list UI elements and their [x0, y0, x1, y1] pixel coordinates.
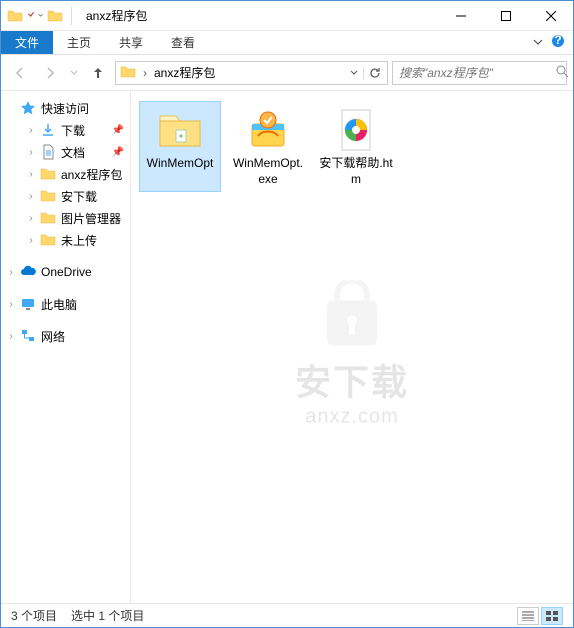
folder-icon	[39, 209, 57, 227]
pin-icon: 📌	[112, 125, 124, 136]
sidebar-item-label: 网络	[41, 328, 65, 345]
folder-icon	[39, 165, 57, 183]
breadcrumb[interactable]: anxz程序包	[150, 64, 345, 81]
statusbar: 3 个项目 选中 1 个项目	[1, 603, 573, 627]
watermark: 安下载 anxz.com	[295, 280, 409, 428]
folder-icon	[39, 231, 57, 249]
caret-icon[interactable]: ›	[25, 191, 37, 202]
sidebar-item-label: 此电脑	[41, 296, 77, 313]
monitor-icon	[19, 295, 37, 313]
file-label: WinMemOpt.exe	[230, 156, 306, 187]
htm-icon	[332, 106, 380, 154]
sidebar-quick-access[interactable]: 快速访问	[1, 97, 130, 119]
help-icon[interactable]: ?	[551, 34, 565, 51]
sidebar-item-label: 快速访问	[41, 100, 89, 117]
folder-icon	[120, 64, 138, 82]
caret-icon[interactable]: ›	[25, 125, 37, 136]
tab-file[interactable]: 文件	[1, 31, 53, 54]
ribbon: 文件 主页 共享 查看 ?	[1, 31, 573, 55]
quick-access-dropdown-icon[interactable]	[27, 8, 43, 24]
search-box[interactable]	[392, 61, 567, 85]
download-icon	[39, 121, 57, 139]
folder-icon	[39, 187, 57, 205]
watermark-url: anxz.com	[295, 405, 409, 428]
caret-icon[interactable]: ›	[25, 169, 37, 180]
tab-view[interactable]: 查看	[157, 31, 209, 54]
file-pane[interactable]: WinMemOpt WinMemOpt.exe 安下载帮助.htm 安下载 anxz…	[131, 91, 573, 603]
pin-icon: 📌	[112, 147, 124, 158]
titlebar: anxz程序包	[1, 1, 573, 31]
nav-up-button[interactable]	[85, 60, 111, 86]
caret-icon[interactable]: ›	[25, 235, 37, 246]
caret-icon[interactable]: ›	[5, 267, 17, 278]
document-icon	[39, 143, 57, 161]
sidebar-item[interactable]: › 文档 📌	[1, 141, 130, 163]
sidebar-item-label: 未上传	[61, 232, 97, 249]
sidebar-item-label: 安下载	[61, 188, 97, 205]
view-details-button[interactable]	[517, 607, 539, 625]
exe-icon	[244, 106, 292, 154]
search-input[interactable]	[399, 66, 556, 80]
watermark-text: 安下载	[295, 353, 409, 405]
search-icon[interactable]	[556, 65, 569, 81]
sidebar-this-pc[interactable]: › 此电脑	[1, 293, 130, 315]
refresh-icon[interactable]	[363, 67, 385, 79]
sidebar: 快速访问 › 下载 📌 › 文档 📌 › anxz程序包 › 安下载 › 图片管理器 › 未上传 › On…	[1, 91, 131, 603]
network-icon	[19, 327, 37, 345]
breadcrumb-chevron-icon[interactable]: ›	[140, 66, 150, 80]
caret-icon[interactable]: ›	[25, 213, 37, 224]
address-dropdown-icon[interactable]	[345, 69, 363, 77]
sidebar-item[interactable]: › 下载 📌	[1, 119, 130, 141]
caret-icon[interactable]: ›	[25, 147, 37, 158]
maximize-button[interactable]	[483, 2, 528, 30]
status-item-count: 3 个项目	[11, 607, 57, 624]
sidebar-item[interactable]: › 安下载	[1, 185, 130, 207]
ribbon-expand-icon[interactable]	[533, 36, 543, 50]
nav-back-button[interactable]	[7, 60, 33, 86]
sidebar-item[interactable]: › anxz程序包	[1, 163, 130, 185]
status-selected-count: 选中 1 个项目	[71, 607, 144, 624]
cloud-icon	[19, 263, 37, 281]
sidebar-item-label: 文档	[61, 144, 85, 161]
sidebar-item[interactable]: › 未上传	[1, 229, 130, 251]
nav-recent-dropdown[interactable]	[67, 60, 81, 86]
sidebar-item-label: OneDrive	[41, 265, 92, 279]
caret-icon[interactable]: ›	[5, 299, 17, 310]
close-button[interactable]	[528, 2, 573, 30]
caret-icon[interactable]: ›	[5, 331, 17, 342]
window-title: anxz程序包	[86, 7, 147, 24]
svg-text:?: ?	[554, 34, 561, 47]
sidebar-item-label: 图片管理器	[61, 210, 121, 227]
sidebar-item-label: anxz程序包	[61, 166, 122, 183]
sidebar-onedrive[interactable]: › OneDrive	[1, 261, 130, 283]
folder-icon	[156, 106, 204, 154]
separator	[71, 7, 72, 25]
folder-icon	[47, 8, 63, 24]
minimize-button[interactable]	[438, 2, 483, 30]
navbar: › anxz程序包	[1, 55, 573, 91]
star-icon	[19, 99, 37, 117]
address-bar[interactable]: › anxz程序包	[115, 61, 388, 85]
sidebar-network[interactable]: › 网络	[1, 325, 130, 347]
file-item[interactable]: WinMemOpt	[139, 101, 221, 192]
sidebar-item-label: 下载	[61, 122, 85, 139]
sidebar-item[interactable]: › 图片管理器	[1, 207, 130, 229]
nav-forward-button[interactable]	[37, 60, 63, 86]
tab-home[interactable]: 主页	[53, 31, 105, 54]
file-label: WinMemOpt	[147, 156, 214, 172]
file-label: 安下载帮助.htm	[318, 156, 394, 187]
file-item[interactable]: 安下载帮助.htm	[315, 101, 397, 192]
tab-share[interactable]: 共享	[105, 31, 157, 54]
view-icons-button[interactable]	[541, 607, 563, 625]
folder-icon	[7, 8, 23, 24]
file-item[interactable]: WinMemOpt.exe	[227, 101, 309, 192]
